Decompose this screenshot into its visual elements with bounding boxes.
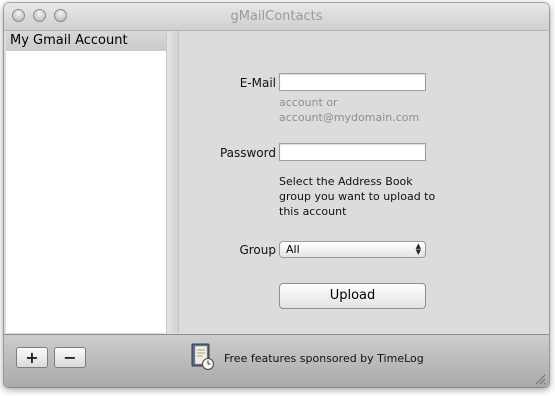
title-bar[interactable]: gMailContacts	[4, 3, 549, 31]
window-title: gMailContacts	[230, 9, 323, 24]
email-hint: account or account@mydomain.com	[279, 95, 479, 125]
group-select-value: All	[286, 243, 300, 256]
account-settings-panel: E-Mail account or account@mydomain.com P…	[179, 31, 549, 333]
add-account-button[interactable]: +	[16, 347, 48, 368]
email-field[interactable]	[279, 73, 426, 91]
resize-grip-icon[interactable]	[534, 373, 546, 385]
group-description-line-1: Select the Address Book	[279, 175, 413, 188]
list-item-my-gmail-account[interactable]: My Gmail Account	[6, 31, 166, 51]
email-hint-line-1: account or	[279, 96, 338, 109]
password-field[interactable]	[279, 143, 426, 161]
up-down-arrows-icon: ▲ ▼	[415, 242, 421, 256]
timelog-book-icon[interactable]	[191, 343, 215, 371]
upload-button[interactable]: Upload	[279, 283, 426, 309]
group-description-line-3: this account	[279, 205, 347, 218]
group-description: Select the Address Book group you want t…	[279, 174, 479, 219]
password-label: Password	[219, 146, 276, 160]
group-label: Group	[239, 243, 276, 257]
group-description-line-2: group you want to upload to	[279, 190, 436, 203]
email-hint-line-2: account@mydomain.com	[279, 111, 420, 124]
email-label: E-Mail	[239, 76, 276, 90]
split-view-divider[interactable]	[167, 31, 179, 333]
app-window: gMailContacts My Gmail Account E-Mail ac…	[4, 3, 549, 387]
group-select[interactable]: All ▲ ▼	[279, 241, 426, 258]
remove-account-button[interactable]: −	[54, 347, 86, 368]
account-list[interactable]: My Gmail Account	[6, 31, 167, 333]
bottom-bar: + − Free features sponsored by TimeLog	[4, 334, 549, 387]
sponsor-text[interactable]: Free features sponsored by TimeLog	[224, 352, 424, 365]
